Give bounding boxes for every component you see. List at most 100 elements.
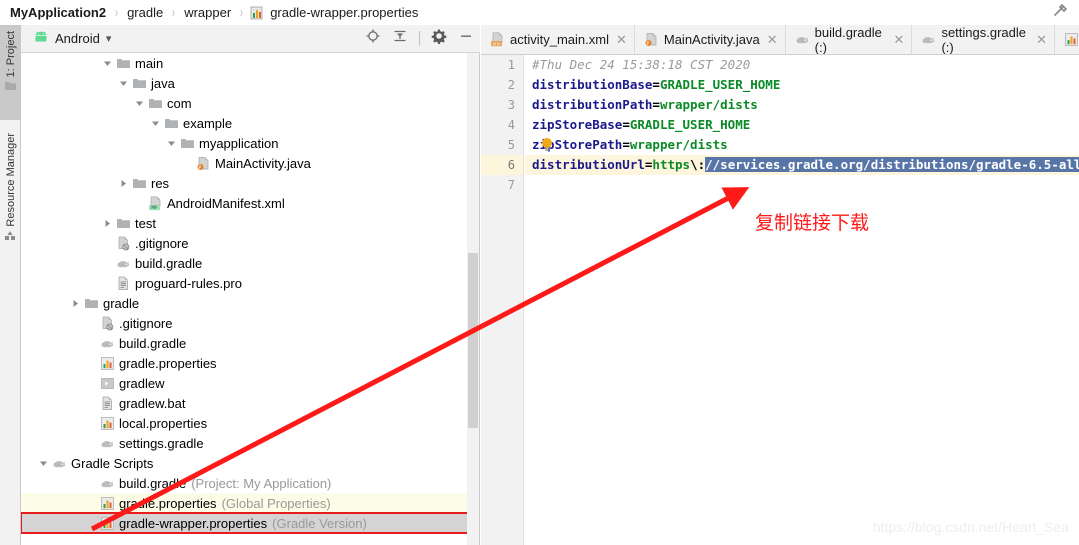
editor-tab-mainactivity-java[interactable]: MainActivity.java ✕ xyxy=(635,25,786,54)
sidebar-item-resource-manager[interactable]: Resource Manager xyxy=(0,127,21,267)
tree-row-java[interactable]: java xyxy=(21,73,468,93)
code-line[interactable]: distributionPath=wrapper/dists xyxy=(525,95,1079,115)
properties-icon xyxy=(98,353,116,373)
text-icon xyxy=(114,273,132,293)
chevron-down-icon[interactable]: ▾ xyxy=(106,32,112,45)
breadcrumb-item-project[interactable]: MyApplication2 xyxy=(8,5,108,20)
chevron-down-icon[interactable] xyxy=(37,453,50,473)
breadcrumb-item-gradle[interactable]: gradle xyxy=(125,5,165,20)
code-line[interactable]: #Thu Dec 24 15:38:18 CST 2020 xyxy=(525,55,1079,75)
collapse-all-icon[interactable] xyxy=(392,28,408,49)
code-token-val: GRADLE_USER_HOME xyxy=(629,117,751,132)
code-line[interactable]: zipStorePath=wrapper/dists xyxy=(525,135,1079,155)
folder-icon xyxy=(130,73,148,93)
tree-row-label: java xyxy=(151,75,175,91)
tree-row--gitignore[interactable]: .gitignore xyxy=(21,233,468,253)
tree-row-myapplication[interactable]: myapplication xyxy=(21,133,468,153)
breadcrumb-item-wrapper[interactable]: wrapper xyxy=(182,5,233,20)
code-token-key: distributionUrl xyxy=(532,157,645,172)
tree-row-gradle-wrapper-properties[interactable]: gradle-wrapper.properties (Gradle Version… xyxy=(21,512,468,534)
settings-gear-icon[interactable] xyxy=(431,28,447,49)
breadcrumb-right-actions xyxy=(1051,0,1075,25)
script-icon xyxy=(98,373,116,393)
hammer-icon[interactable] xyxy=(1051,2,1069,23)
tree-row-gradle-scripts[interactable]: Gradle Scripts xyxy=(21,453,468,473)
project-tree[interactable]: main java com example myapplication MainActiv… xyxy=(21,53,468,545)
tree-row-gradlew-bat[interactable]: gradlew.bat xyxy=(21,393,468,413)
breadcrumb-label: gradle xyxy=(127,5,164,20)
editor-tab-overflow[interactable] xyxy=(1055,25,1079,54)
tree-row-proguard-rules-pro[interactable]: proguard-rules.pro xyxy=(21,273,468,293)
vtab-label-project: 1: Project xyxy=(4,31,17,78)
line-number: 7 xyxy=(507,178,515,192)
locate-icon[interactable] xyxy=(365,28,381,49)
code-token-eq: = xyxy=(652,77,660,92)
properties-icon xyxy=(1064,32,1079,47)
tree-row-com[interactable]: com xyxy=(21,93,468,113)
toolbar-divider xyxy=(419,31,420,46)
code-line[interactable]: zipStoreBase=GRADLE_USER_HOME xyxy=(525,115,1079,135)
line-number: 4 xyxy=(507,118,515,132)
breadcrumb-separator: › xyxy=(115,4,118,21)
tree-row-main[interactable]: main xyxy=(21,53,468,73)
folder-icon xyxy=(114,213,132,233)
chevron-right-icon[interactable] xyxy=(69,293,82,313)
folder-icon xyxy=(162,113,180,133)
chevron-right-icon[interactable] xyxy=(101,213,114,233)
tree-row-gradle-properties[interactable]: gradle.properties xyxy=(21,353,468,373)
chevron-down-icon[interactable] xyxy=(117,73,130,93)
left-tool-strip: 1: Project Resource Manager xyxy=(0,25,21,545)
tree-row-build-gradle[interactable]: build.gradle (Project: My Application) xyxy=(21,473,468,493)
code-line[interactable] xyxy=(525,175,1079,195)
project-tree-scrollbar[interactable] xyxy=(467,53,479,545)
editor-tab-settings-gradle-[interactable]: settings.gradle (:) ✕ xyxy=(912,25,1055,54)
sidebar-item-project[interactable]: 1: Project xyxy=(0,25,21,120)
properties-icon xyxy=(98,493,116,513)
tree-row-label: example xyxy=(183,115,233,131)
gradle-icon xyxy=(795,32,810,47)
chevron-down-icon[interactable] xyxy=(149,113,162,133)
code-token-val: wrapper/dists xyxy=(659,97,758,112)
chevron-down-icon[interactable] xyxy=(165,133,178,153)
tree-row-mainactivity-java[interactable]: MainActivity.java xyxy=(21,153,468,173)
chevron-down-icon[interactable] xyxy=(101,53,114,73)
editor-tab-activity-main-xml[interactable]: <> activity_main.xml ✕ xyxy=(481,25,635,54)
tree-row-label: gradle-wrapper.properties xyxy=(119,515,268,531)
svg-text:<>: <> xyxy=(492,41,500,47)
properties-icon xyxy=(250,6,263,20)
code-line[interactable]: distributionUrl=https\://services.gradle… xyxy=(525,155,1079,175)
tree-row-gradle[interactable]: gradle xyxy=(21,293,468,313)
code-content[interactable]: #Thu Dec 24 15:38:18 CST 2020 distributio… xyxy=(525,55,1079,545)
tree-row-build-gradle[interactable]: build.gradle xyxy=(21,253,468,273)
chevron-down-icon[interactable] xyxy=(133,93,146,113)
breadcrumb-item-file[interactable]: gradle-wrapper.properties xyxy=(250,5,420,20)
close-icon[interactable]: ✕ xyxy=(767,32,778,48)
tree-row-example[interactable]: example xyxy=(21,113,468,133)
tree-row-label: local.properties xyxy=(119,415,208,431)
minimize-icon[interactable] xyxy=(458,28,474,49)
chevron-right-icon[interactable] xyxy=(117,173,130,193)
project-view-selector[interactable]: Android ▾ xyxy=(21,31,111,46)
close-icon[interactable]: ✕ xyxy=(894,32,905,48)
close-icon[interactable]: ✕ xyxy=(1036,32,1047,48)
tree-row-local-properties[interactable]: local.properties xyxy=(21,413,468,433)
editor-tab-build-gradle-[interactable]: build.gradle (:) ✕ xyxy=(786,25,913,54)
scrollbar-thumb[interactable] xyxy=(468,253,478,428)
close-icon[interactable]: ✕ xyxy=(616,32,627,48)
code-token-key: distributionPath xyxy=(532,97,653,112)
manifest-icon: MF xyxy=(146,193,164,213)
tree-row-gradlew[interactable]: gradlew xyxy=(21,373,468,393)
tree-row-res[interactable]: res xyxy=(21,173,468,193)
tree-row-label: .gitignore xyxy=(119,315,173,331)
tree-row-test[interactable]: test xyxy=(21,213,468,233)
tree-row-androidmanifest-xml[interactable]: MF AndroidManifest.xml xyxy=(21,193,468,213)
folder-icon xyxy=(114,53,132,73)
tree-row-gradle-properties[interactable]: gradle.properties (Global Properties) xyxy=(21,493,468,513)
tree-row-settings-gradle[interactable]: settings.gradle xyxy=(21,433,468,453)
tree-row--gitignore[interactable]: .gitignore xyxy=(21,313,468,333)
tree-row-build-gradle[interactable]: build.gradle xyxy=(21,333,468,353)
code-line[interactable]: distributionBase=GRADLE_USER_HOME xyxy=(525,75,1079,95)
